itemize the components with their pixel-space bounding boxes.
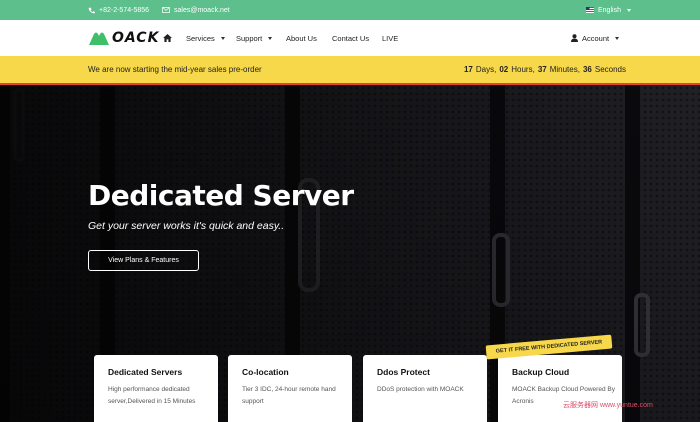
logo-mark-icon [89, 32, 109, 45]
watermark-text: 云服务器网 www.yuntue.com [563, 402, 653, 409]
main-navbar: OACK Services Support About Us Contact U… [0, 20, 700, 56]
nav-contact-us[interactable]: Contact Us [332, 20, 369, 56]
nav-services-label: Services [186, 33, 215, 43]
email-address: sales@moack.net [174, 6, 230, 14]
service-card-co-location[interactable]: Co-location Tier 3 IDC, 24-hour remote h… [228, 355, 352, 422]
top-contact-bar: +82-2-574-5856 sales@moack.net English [0, 0, 700, 20]
chevron-down-icon [220, 36, 225, 40]
service-card-backup-cloud[interactable]: Backup Cloud MOACK Backup Cloud Powered … [498, 355, 622, 422]
language-label: English [598, 6, 621, 14]
card-description: High performance dedicated server,Delive… [108, 386, 196, 405]
account-label: Account [582, 33, 610, 43]
countdown-minutes-value: 37 [537, 65, 547, 74]
site-logo[interactable]: OACK [88, 29, 159, 47]
nav-services[interactable]: Services [186, 20, 225, 56]
chevron-down-icon [615, 36, 620, 40]
service-card-ddos-protect[interactable]: Ddos Protect DDoS protection with MOACK [363, 355, 487, 422]
email-contact[interactable]: sales@moack.net [162, 0, 230, 20]
card-title: Co-location [242, 367, 289, 377]
view-plans-button[interactable]: View Plans & Features [88, 250, 199, 271]
countdown-seconds-value: 36 [582, 65, 592, 74]
nav-contact-us-label: Contact Us [332, 33, 370, 43]
phone-icon [88, 7, 95, 14]
nav-live-label: LIVE [382, 33, 399, 43]
service-card-dedicated-servers[interactable]: Dedicated Servers High performance dedic… [94, 355, 218, 422]
countdown-minutes-label: Minutes, [549, 65, 580, 74]
nav-live[interactable]: LIVE [382, 20, 398, 56]
countdown-hours-label: Hours, [511, 65, 535, 74]
promo-banner: We are now starting the mid-year sales p… [0, 56, 700, 85]
nav-about-us-label: About Us [286, 33, 317, 43]
flag-icon [586, 7, 594, 13]
envelope-icon [162, 7, 170, 13]
home-icon [163, 34, 172, 42]
promo-message: We are now starting the mid-year sales p… [88, 65, 262, 74]
countdown-days-value: 17 [463, 65, 473, 74]
card-description: DDoS protection with MOACK [377, 386, 464, 393]
phone-number: +82-2-574-5856 [99, 6, 150, 14]
chevron-down-icon [626, 8, 631, 12]
chevron-down-icon [268, 36, 273, 40]
card-title: Ddos Protect [377, 367, 430, 377]
hero-subtitle: Get your server works it's quick and eas… [88, 220, 285, 232]
countdown-timer: 17 Days, 02 Hours, 37 Minutes, 36 Second… [464, 56, 626, 83]
nav-support-label: Support [236, 33, 263, 43]
phone-contact[interactable]: +82-2-574-5856 [88, 0, 149, 20]
countdown-hours-value: 02 [499, 65, 509, 74]
countdown-seconds-label: Seconds [594, 65, 626, 74]
card-description: Tier 3 IDC, 24-hour remote hand support [242, 386, 336, 405]
nav-about-us[interactable]: About Us [286, 20, 317, 56]
countdown-days-label: Days, [475, 65, 497, 74]
card-title: Dedicated Servers [108, 367, 183, 377]
language-selector[interactable]: English [586, 0, 631, 20]
account-menu[interactable]: Account [571, 20, 620, 56]
nav-support[interactable]: Support [236, 20, 273, 56]
card-title: Backup Cloud [512, 367, 570, 377]
home-link[interactable] [163, 20, 172, 56]
hero-title: Dedicated Server [88, 179, 354, 212]
logo-text: OACK [112, 30, 160, 46]
user-icon [571, 34, 578, 42]
